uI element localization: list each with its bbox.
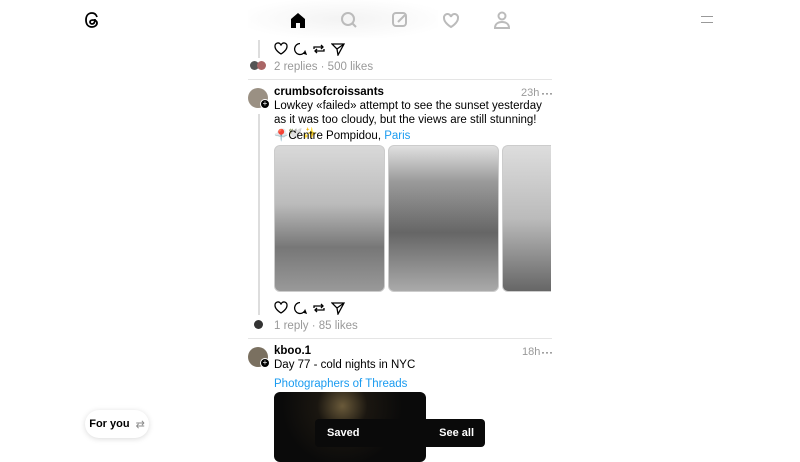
repost-icon[interactable]	[312, 301, 326, 315]
pin-icon: 📍	[274, 130, 289, 142]
toast-label: Saved	[327, 427, 360, 439]
post0-meta[interactable]: 2 replies · 500 likes	[274, 61, 373, 73]
username[interactable]: kboo.1	[274, 345, 311, 357]
follow-plus-icon[interactable]: +	[260, 358, 270, 368]
more-options-icon[interactable]: ···	[541, 345, 553, 359]
feed-label: For you	[89, 418, 130, 430]
location-name: Centre Pompidou,	[288, 130, 385, 142]
divider	[248, 338, 552, 339]
share-icon[interactable]	[331, 42, 345, 56]
menu-icon[interactable]	[701, 16, 713, 23]
timestamp: 23h	[521, 87, 540, 99]
location-link[interactable]: Paris	[384, 130, 410, 142]
post-image-2[interactable]	[388, 145, 499, 292]
like-icon[interactable]	[274, 42, 288, 56]
swap-icon: ⇄	[135, 418, 145, 431]
post-image-1[interactable]	[274, 145, 385, 292]
post1-actions	[274, 301, 345, 315]
home-icon[interactable]	[285, 9, 311, 31]
username[interactable]: crumbsofcroissants	[274, 86, 384, 98]
activity-heart-icon[interactable]	[438, 9, 464, 31]
search-icon[interactable]	[336, 9, 362, 31]
reply-avatars	[250, 61, 267, 70]
comment-icon[interactable]	[293, 301, 307, 315]
comment-icon[interactable]	[293, 42, 307, 56]
post-image-3[interactable]	[502, 145, 551, 292]
repost-icon[interactable]	[312, 42, 326, 56]
divider	[248, 79, 552, 80]
threads-logo[interactable]	[85, 11, 101, 29]
share-icon[interactable]	[331, 301, 345, 315]
post-text: Day 77 - cold nights in NYC	[274, 359, 416, 371]
saved-toast: Saved See all	[315, 419, 485, 447]
profile-icon[interactable]	[489, 9, 515, 31]
post0-actions	[274, 42, 345, 56]
more-options-icon[interactable]: ···	[541, 86, 553, 100]
reply-avatar	[254, 320, 263, 329]
like-icon[interactable]	[274, 301, 288, 315]
thread-line	[258, 40, 260, 58]
feed-switch-button[interactable]: For you ⇄	[85, 410, 149, 438]
post1-meta[interactable]: 1 reply · 85 likes	[274, 320, 358, 332]
location: 📍Centre Pompidou, Paris	[274, 129, 410, 143]
thread-line	[258, 114, 260, 315]
timestamp: 18h	[522, 346, 541, 358]
follow-plus-icon[interactable]: +	[260, 99, 270, 109]
create-icon[interactable]	[387, 9, 413, 31]
tag-link[interactable]: Photographers of Threads	[274, 377, 407, 391]
see-all-button[interactable]: See all	[439, 427, 474, 439]
